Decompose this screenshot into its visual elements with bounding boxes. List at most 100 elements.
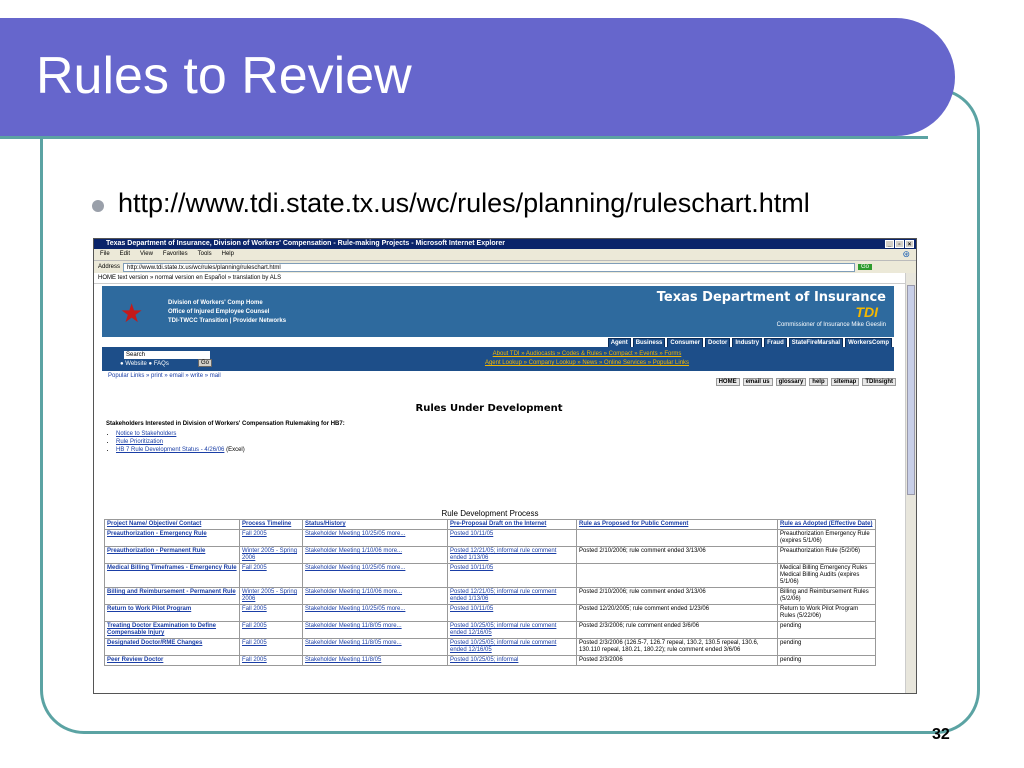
menu-view[interactable]: View	[140, 249, 153, 260]
table-cell: Fall 2005	[239, 655, 303, 666]
table-cell[interactable]: Return to Work Pilot Program	[104, 604, 240, 622]
table-row: Designated Doctor/RME Changes Fall 2005 St…	[104, 638, 876, 656]
search-bar: Search ● Website ● FAQs Go About TDI » A…	[102, 347, 894, 371]
menu-tools[interactable]: Tools	[198, 249, 212, 260]
table-cell[interactable]: Peer Review Doctor	[104, 655, 240, 666]
table-title: Rule Development Process	[441, 509, 539, 518]
nav-sitemap[interactable]: sitemap	[830, 378, 860, 386]
menu-favorites[interactable]: Favorites	[163, 249, 188, 260]
tdi-header: ★ Division of Workers' Comp Home Office …	[102, 286, 894, 337]
table-cell[interactable]: Stakeholder Meeting 11/8/05	[302, 655, 448, 666]
stakeholder-link[interactable]: HB 7 Rule Development Status - 4/26/06	[116, 447, 224, 453]
table-cell[interactable]: Stakeholder Meeting 11/8/05 more...	[302, 638, 448, 656]
table-cell[interactable]: Preauthorization - Permanent Rule	[104, 546, 240, 564]
list-item: Notice to Stakeholders	[116, 430, 245, 438]
header-links[interactable]: Division of Workers' Comp Home Office of…	[168, 299, 286, 326]
minimize-icon[interactable]: _	[885, 240, 894, 248]
column-header[interactable]: Pre-Proposal Draft on the Internet	[447, 519, 577, 530]
quick-links-row-1[interactable]: About TDI » Audiocasts » Codes & Rules »…	[402, 350, 772, 359]
tools-row: Popular Links » print » email » write » …	[108, 373, 898, 393]
table-cell[interactable]: Posted 10/11/05	[447, 529, 577, 547]
nav-help[interactable]: help	[809, 378, 828, 386]
commissioner-text: Commissioner of Insurance Mike Geeslin	[776, 322, 886, 328]
table-cell: Fall 2005	[239, 638, 303, 656]
scrollbar[interactable]	[905, 273, 916, 693]
table-cell[interactable]: Stakeholder Meeting 1/10/06 more...	[302, 587, 448, 605]
address-field[interactable]: http://www.tdi.state.tx.us/wc/rules/plan…	[123, 262, 856, 272]
header-link-3[interactable]: TDI-TWCC Transition | Provider Networks	[168, 317, 286, 326]
search-input[interactable]: Search	[124, 351, 210, 359]
table-cell[interactable]: Stakeholder Meeting 11/8/05 more...	[302, 621, 448, 639]
table-cell: Return to Work Pilot Program Rules (5/22…	[777, 604, 876, 622]
column-header[interactable]: Status/History	[302, 519, 448, 530]
close-icon[interactable]: ×	[905, 240, 914, 248]
table-cell[interactable]: Stakeholder Meeting 10/25/05 more...	[302, 529, 448, 547]
table-row: Return to Work Pilot Program Fall 2005 Sta…	[104, 604, 876, 622]
table-cell: Posted 2/10/2006; rule comment ended 3/1…	[576, 587, 778, 605]
stakeholder-link[interactable]: Notice to Stakeholders	[116, 431, 176, 437]
tool-icons[interactable]: Popular Links » print » email » write » …	[108, 373, 221, 379]
table-cell[interactable]: Posted 10/25/05; informal	[447, 655, 577, 666]
table-row: Billing and Reimbursement - Permanent Ru…	[104, 587, 876, 605]
menu-edit[interactable]: Edit	[120, 249, 130, 260]
table-cell[interactable]: Posted 12/21/05; informal rule comment e…	[447, 587, 577, 605]
table-cell[interactable]: Posted 10/11/05	[447, 563, 577, 588]
table-cell[interactable]: Designated Doctor/RME Changes	[104, 638, 240, 656]
quick-links[interactable]: About TDI » Audiocasts » Codes & Rules »…	[402, 350, 772, 368]
bullet-url[interactable]: http://www.tdi.state.tx.us/wc/rules/plan…	[118, 188, 810, 219]
table-cell	[576, 529, 778, 547]
scroll-thumb[interactable]	[907, 285, 915, 495]
table-cell: Fall 2005	[239, 529, 303, 547]
column-header[interactable]: Process Timeline	[239, 519, 303, 530]
nav-glossary[interactable]: glossary	[775, 378, 807, 386]
column-header[interactable]: Project Name/ Objective/ Contact	[104, 519, 240, 530]
table-cell[interactable]: Preauthorization - Emergency Rule	[104, 529, 240, 547]
nav-home[interactable]: HOME	[715, 378, 740, 386]
quick-links-row-2[interactable]: Agent Lookup » Company Lookup » News » O…	[402, 359, 772, 368]
table-cell: Fall 2005	[239, 563, 303, 588]
stakeholder-link[interactable]: Rule Prioritization	[116, 439, 163, 445]
table-cell[interactable]: Medical Billing Timeframes - Emergency R…	[104, 563, 240, 588]
table-cell: Posted 12/20/2005; rule comment ended 1/…	[576, 604, 778, 622]
nav-email-us[interactable]: email us	[742, 378, 773, 386]
table-cell[interactable]: Posted 10/25/05; informal rule comment e…	[447, 638, 577, 656]
table-cell: Billing and Reimbursement Rules (5/2/06)	[777, 587, 876, 605]
table-cell[interactable]: Stakeholder Meeting 10/25/05 more...	[302, 563, 448, 588]
list-item: HB 7 Rule Development Status - 4/26/06 (…	[116, 446, 245, 454]
table-cell[interactable]: Billing and Reimbursement - Permanent Ru…	[104, 587, 240, 605]
go-button[interactable]: Go	[858, 264, 873, 270]
table-cell[interactable]: Posted 10/11/05	[447, 604, 577, 622]
nav-tdinsight[interactable]: TDInsight	[862, 378, 896, 386]
search-go-button[interactable]: Go	[198, 359, 213, 367]
column-header[interactable]: Rule as Adopted (Effective Date)	[777, 519, 876, 530]
list-item: Rule Prioritization	[116, 438, 245, 446]
menu-file[interactable]: File	[100, 249, 110, 260]
top-nav[interactable]: HOME text version » normal version en Es…	[94, 273, 906, 284]
table-row: Peer Review Doctor Fall 2005 Stakeholder M…	[104, 655, 876, 666]
address-label: Address	[98, 264, 121, 270]
excel-note: (Excel)	[226, 447, 245, 453]
table-cell[interactable]: Posted 12/21/05; informal rule comment e…	[447, 546, 577, 564]
table-row: Treating Doctor Examination to Define Co…	[104, 621, 876, 639]
column-header[interactable]: Rule as Proposed for Public Comment	[576, 519, 778, 530]
texas-star-icon: ★	[120, 298, 144, 328]
tdi-logo: TDI	[855, 304, 878, 320]
browser-screenshot: Texas Department of Insurance, Division …	[93, 238, 917, 694]
table-cell: Posted 2/10/2006; rule comment ended 3/1…	[576, 546, 778, 564]
table-cell[interactable]: Posted 10/25/05; informal rule comment e…	[447, 621, 577, 639]
table-cell[interactable]: Treating Doctor Examination to Define Co…	[104, 621, 240, 639]
header-link-1[interactable]: Division of Workers' Comp Home	[168, 299, 286, 308]
table-cell: Preauthorization Rule (5/2/06)	[777, 546, 876, 564]
page-heading: Rules Under Development	[415, 403, 563, 414]
search-options[interactable]: ● Website ● FAQs	[120, 361, 169, 367]
table-cell	[576, 563, 778, 588]
table-cell[interactable]: Stakeholder Meeting 10/25/05 more...	[302, 604, 448, 622]
audience-bar: Agent Business Consumer Doctor Industry …	[102, 337, 894, 348]
maximize-icon[interactable]: ▫	[895, 240, 904, 248]
window-title: Texas Department of Insurance, Division …	[94, 239, 916, 249]
table-cell[interactable]: Stakeholder Meeting 1/10/06 more...	[302, 546, 448, 564]
menu-help[interactable]: Help	[222, 249, 234, 260]
page-content: HOME text version » normal version en Es…	[94, 273, 906, 693]
header-link-2[interactable]: Office of Injured Employee Counsel	[168, 308, 286, 317]
table-cell: Posted 2/3/2006	[576, 655, 778, 666]
